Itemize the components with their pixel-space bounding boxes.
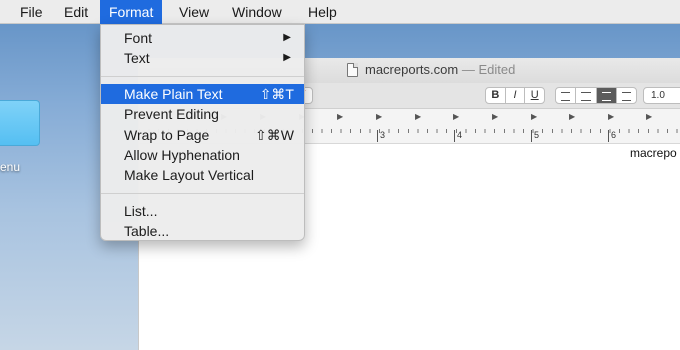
ruler-number: 6 [608, 130, 616, 142]
menu-item-make-plain-text[interactable]: Make Plain Text ⇧⌘T [101, 83, 304, 105]
menu-edit[interactable]: Edit [55, 0, 97, 24]
apple-icon[interactable] [0, 4, 10, 20]
ruler-number: 4 [454, 130, 462, 142]
submenu-arrow-icon: ▶ [283, 52, 291, 64]
align-left-button[interactable] [556, 88, 577, 103]
edited-indicator: — Edited [461, 62, 516, 77]
menu-item-shortcut: ⇧⌘T [259, 85, 294, 102]
tab-stop-icon[interactable]: ▶ [492, 112, 498, 121]
menu-item-label: Prevent Editing [124, 106, 219, 123]
align-center-button[interactable] [576, 88, 597, 103]
document-name: macreports.com [365, 62, 459, 77]
menu-item-label: Text [124, 50, 150, 67]
menu-format[interactable]: Format [100, 0, 163, 24]
menu-item-label: Make Plain Text [124, 85, 223, 102]
document-icon [347, 63, 358, 77]
tab-stop-icon[interactable]: ▶ [453, 112, 459, 121]
menu-item-label: Allow Hyphenation [124, 146, 240, 163]
menu-item-shortcut: ⇧⌘W [255, 126, 294, 143]
document-text[interactable]: macrepo [630, 146, 677, 160]
tab-stop-icon[interactable]: ▶ [569, 112, 575, 121]
menu-separator [101, 75, 304, 77]
menu-item-table[interactable]: Table... [101, 221, 304, 241]
menu-item-make-layout-vertical[interactable]: Make Layout Vertical [101, 165, 304, 185]
menu-item-wrap-to-page[interactable]: Wrap to Page ⇧⌘W [101, 125, 304, 145]
tab-stop-icon[interactable]: ▶ [337, 112, 343, 121]
menu-item-label: List... [124, 202, 158, 219]
tab-stop-icon[interactable]: ▶ [531, 112, 537, 121]
menu-bar: File Edit Format View Window Help [0, 0, 680, 24]
format-menu: Font ▶ Text ▶ Make Plain Text ⇧⌘T Preven… [100, 24, 305, 241]
window-title: macreports.com — Edited [365, 62, 515, 77]
menu-item-label: Font [124, 30, 153, 46]
desktop-item-label[interactable]: enu [0, 160, 20, 174]
ruler-number: 5 [531, 130, 539, 142]
submenu-arrow-icon: ▶ [283, 32, 291, 43]
line-spacing-popup[interactable]: 1.0 [643, 87, 680, 104]
tab-stop-icon[interactable]: ▶ [608, 112, 614, 121]
underline-button[interactable]: U [525, 88, 544, 103]
ruler-number: 3 [377, 130, 385, 142]
menu-item-prevent-editing[interactable]: Prevent Editing [101, 104, 304, 124]
tab-stop-icon[interactable]: ▶ [415, 112, 421, 121]
alignment-segment [555, 87, 637, 104]
tab-stop-icon[interactable]: ▶ [376, 112, 382, 121]
bold-button[interactable]: B [486, 88, 506, 103]
menu-item-label: Wrap to Page [124, 126, 210, 143]
menu-item-allow-hyphenation[interactable]: Allow Hyphenation [101, 145, 304, 165]
italic-button[interactable]: I [506, 88, 526, 103]
menu-window[interactable]: Window [223, 0, 291, 24]
menu-file[interactable]: File [11, 0, 52, 24]
menu-separator [101, 192, 304, 194]
menu-item-label: Table... [124, 223, 170, 240]
line-spacing-value: 1.0 [651, 90, 665, 101]
folder-icon[interactable] [0, 100, 40, 146]
align-justify-button[interactable] [617, 88, 636, 103]
menu-item-list[interactable]: List... [101, 201, 304, 221]
menu-help[interactable]: Help [299, 0, 346, 24]
style-segment: B I U [485, 87, 545, 104]
menu-item-font[interactable]: Font ▶ [101, 28, 304, 48]
menu-item-text[interactable]: Text ▶ [101, 48, 304, 68]
menu-view[interactable]: View [170, 0, 218, 24]
menu-item-label: Make Layout Vertical [124, 167, 254, 184]
align-right-button[interactable] [596, 88, 617, 103]
tab-stop-icon[interactable]: ▶ [646, 112, 652, 121]
